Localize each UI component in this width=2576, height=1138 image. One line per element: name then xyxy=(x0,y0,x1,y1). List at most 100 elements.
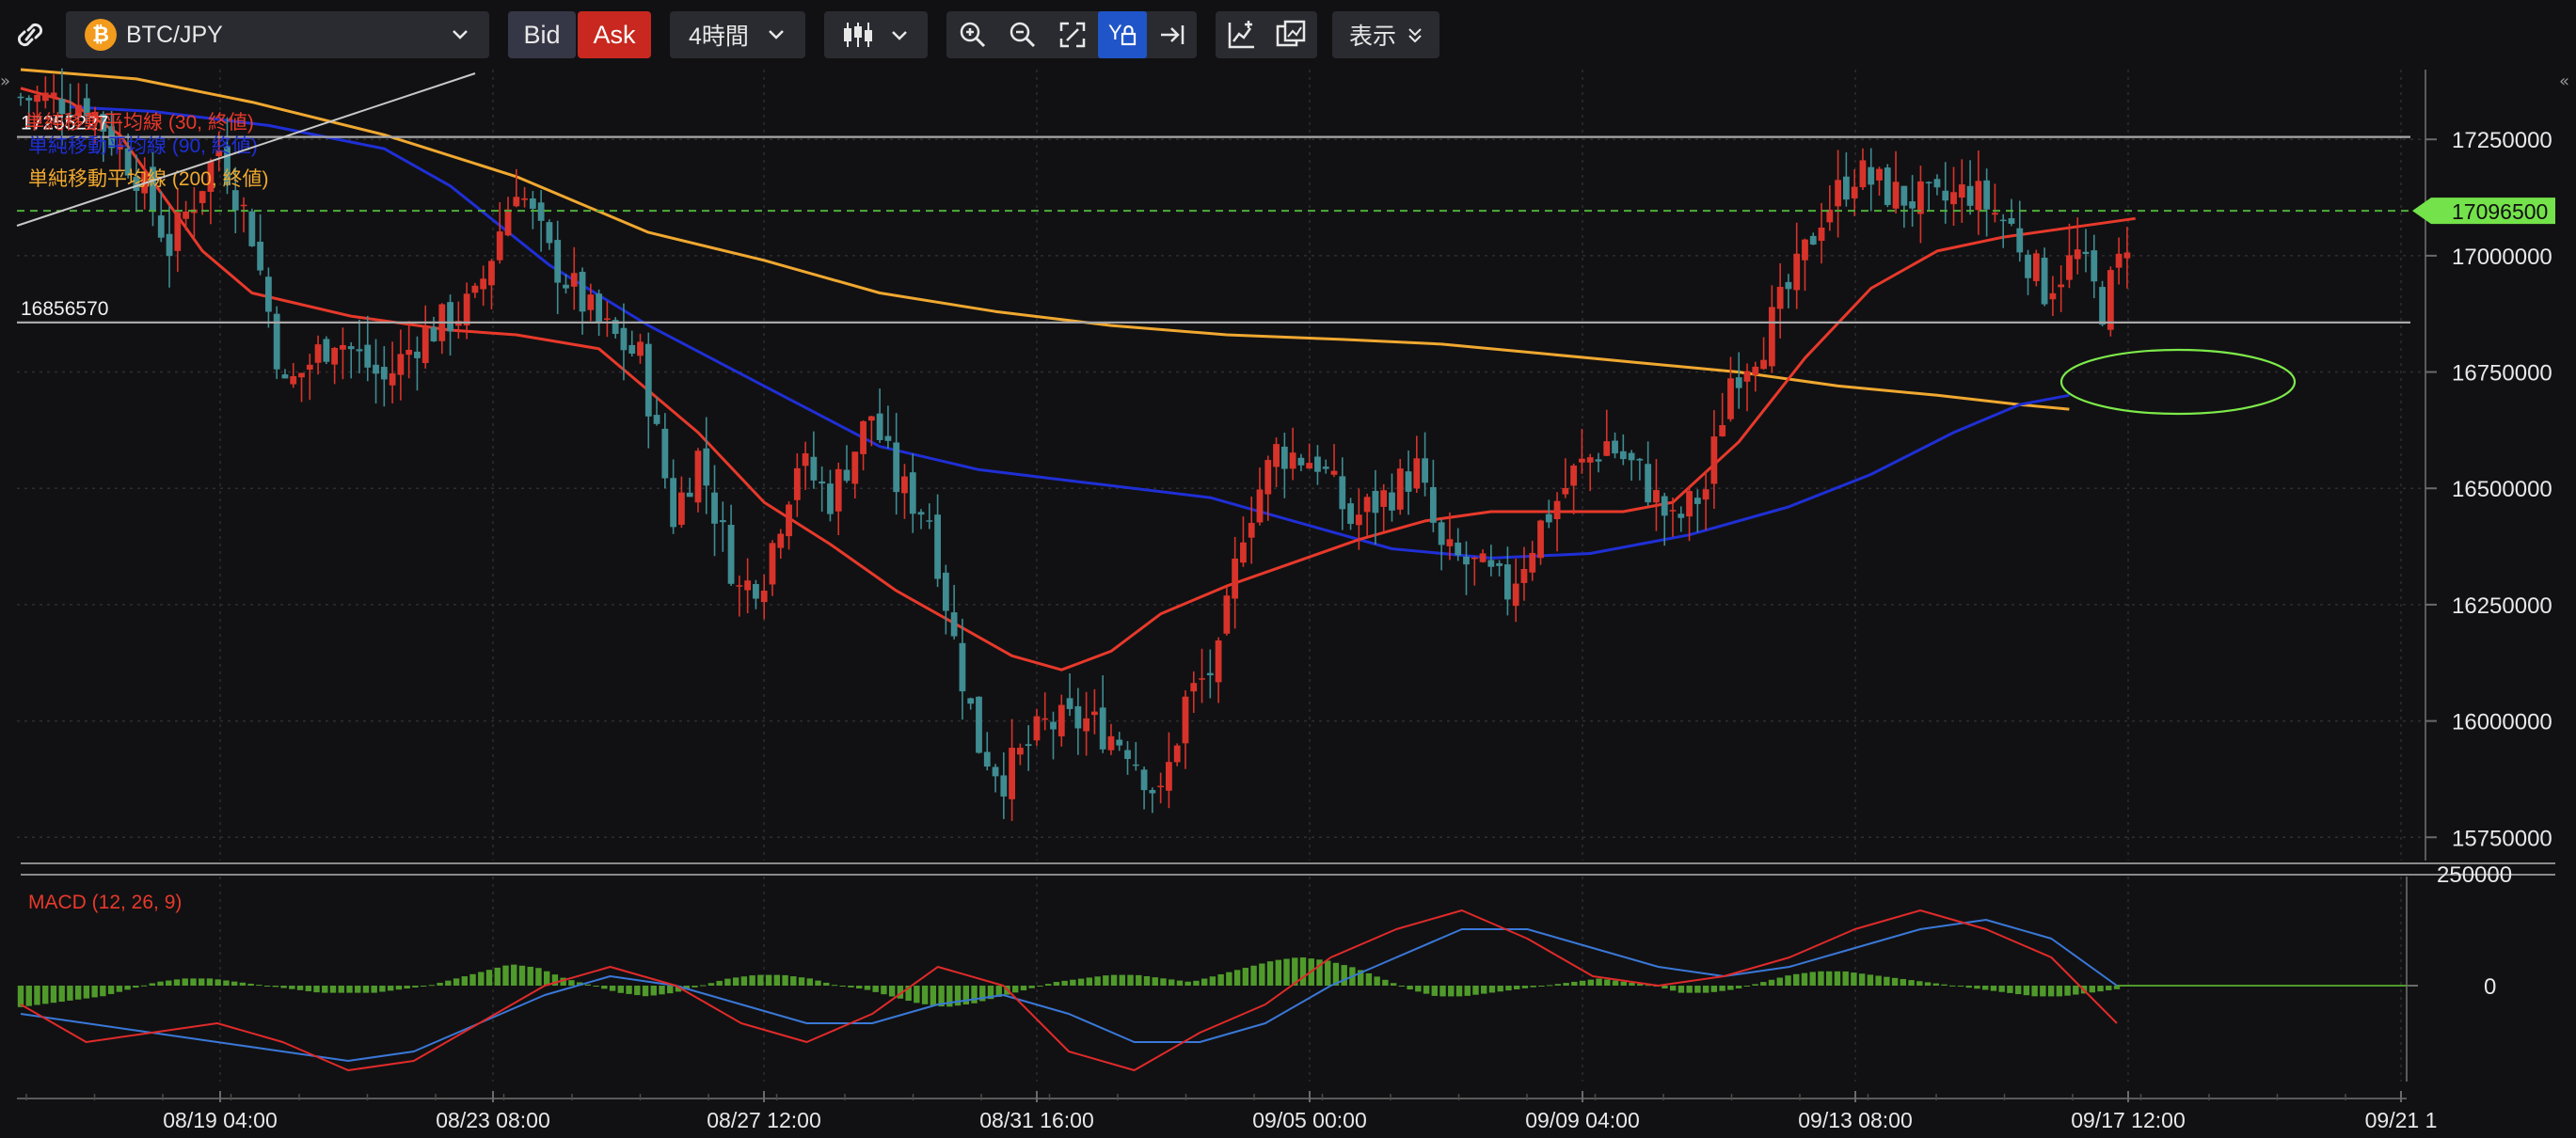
macd-histogram-bar xyxy=(1464,986,1471,996)
candle-body xyxy=(1413,458,1421,489)
candle-body xyxy=(265,277,272,312)
macd-histogram-bar xyxy=(223,980,230,986)
horizontal-line-label: 16856570 xyxy=(21,298,108,320)
macd-histogram-bar xyxy=(256,985,262,987)
candle-body xyxy=(1289,452,1296,469)
annotation-ellipse[interactable] xyxy=(2059,348,2297,416)
collapse-left-icon[interactable]: » xyxy=(0,71,10,91)
macd-histogram-bar xyxy=(692,986,698,988)
candle-body xyxy=(1322,466,1329,469)
macd-histogram-bar xyxy=(1481,986,1487,994)
candle-body xyxy=(686,492,693,498)
candle-body xyxy=(628,344,636,355)
macd-histogram-bar xyxy=(888,986,896,997)
candle-body xyxy=(463,293,470,326)
macd-histogram-bar xyxy=(1965,986,1972,988)
macd-histogram-bar xyxy=(1472,986,1479,995)
macd-histogram-bar xyxy=(1110,974,1118,986)
macd-histogram-bar xyxy=(140,985,148,987)
legend-item[interactable]: 単純移動平均線 (90, 終値) xyxy=(28,135,258,157)
macd-histogram-bar xyxy=(74,986,82,1000)
macd-histogram-bar xyxy=(313,986,320,993)
candle-body xyxy=(1710,436,1718,484)
candle-body xyxy=(1232,558,1239,599)
candle-body xyxy=(793,467,801,500)
legend-item[interactable]: 単純移動平均線 (30, 終値) xyxy=(24,112,254,134)
candle-body xyxy=(876,413,883,440)
macd-histogram-bar xyxy=(469,973,476,986)
candle-body xyxy=(2091,250,2098,282)
macd-histogram-bar xyxy=(1554,984,1562,986)
candle-body xyxy=(1033,716,1041,741)
candle-body xyxy=(1719,425,1726,436)
macd-histogram-bar xyxy=(1325,960,1331,986)
candle-body xyxy=(1966,185,1974,206)
candle-body xyxy=(1487,560,1495,567)
candle-body xyxy=(1190,683,1198,692)
macd-histogram-bar xyxy=(263,986,271,987)
macd-histogram-bar xyxy=(773,974,781,986)
candle-body xyxy=(1166,762,1172,791)
macd-histogram-bar xyxy=(1702,986,1709,993)
candle-body xyxy=(1586,457,1594,463)
candle-body xyxy=(893,442,900,493)
macd-histogram-bar xyxy=(1990,986,1997,991)
candle-body xyxy=(2041,258,2048,305)
candle-body xyxy=(1107,735,1115,751)
candle-body xyxy=(2058,284,2065,288)
macd-histogram-bar xyxy=(1884,976,1890,986)
candle-body xyxy=(34,94,40,103)
macd-histogram-bar xyxy=(1439,986,1446,997)
candle-body xyxy=(1405,471,1412,492)
macd-histogram-bar xyxy=(2007,986,2013,993)
macd-histogram-bar xyxy=(1604,979,1611,986)
macd-histogram-bar xyxy=(1571,981,1578,986)
macd-histogram-bar xyxy=(494,967,501,986)
candle-body xyxy=(1785,281,1792,290)
macd-histogram-bar xyxy=(1094,976,1101,986)
macd-histogram-bar xyxy=(1546,985,1553,987)
candle-body xyxy=(364,344,372,368)
candle-body xyxy=(1347,503,1354,525)
macd-histogram-bar xyxy=(2023,986,2030,996)
macd-histogram-bar xyxy=(593,986,599,988)
macd-histogram-bar xyxy=(881,986,887,995)
macd-histogram-bar xyxy=(329,986,337,993)
macd-histogram-bar xyxy=(1513,986,1520,989)
macd-histogram-bar xyxy=(362,986,370,993)
macd-histogram-bar xyxy=(1941,984,1948,986)
x-tick-label: 09/21 1 xyxy=(2365,1108,2438,1132)
candle-body xyxy=(414,351,421,358)
collapse-right-icon[interactable]: « xyxy=(2559,71,2569,91)
candle-body xyxy=(430,326,437,341)
candle-body xyxy=(1768,307,1775,367)
macd-histogram-bar xyxy=(806,978,813,986)
macd-histogram-bar xyxy=(305,986,312,991)
macd-histogram-bar xyxy=(634,986,641,996)
candle-body xyxy=(1009,748,1015,799)
candle-body xyxy=(620,327,628,351)
macd-histogram-bar xyxy=(412,986,419,988)
macd-histogram-bar xyxy=(420,986,427,987)
macd-histogram-bar xyxy=(856,986,863,989)
macd-histogram-bar xyxy=(1825,971,1833,986)
candle-body xyxy=(835,468,842,512)
macd-histogram-bar xyxy=(1077,978,1085,986)
macd-histogram-bar xyxy=(1900,978,1907,986)
candle-body xyxy=(637,341,644,356)
y-tick-label: 17250000 xyxy=(2452,128,2552,153)
macd-histogram-bar xyxy=(1768,979,1775,986)
macd-histogram-bar xyxy=(642,986,649,997)
candle-body xyxy=(1083,718,1090,732)
price-chart[interactable]: » « 172552271685657017096500 17250000170… xyxy=(0,0,2576,1138)
macd-histogram-bar xyxy=(1061,980,1068,986)
macd-histogram-bar xyxy=(1727,986,1734,990)
candle-body xyxy=(1553,500,1561,520)
moving-average-lines xyxy=(20,68,2136,672)
macd-histogram-bar xyxy=(1266,961,1274,986)
macd-histogram-bar xyxy=(25,986,32,1006)
candle-body xyxy=(827,483,834,514)
macd-histogram-bar xyxy=(166,980,172,986)
legend-item[interactable]: 単純移動平均線 (200, 終値) xyxy=(28,168,269,190)
candle-body xyxy=(1842,176,1850,200)
